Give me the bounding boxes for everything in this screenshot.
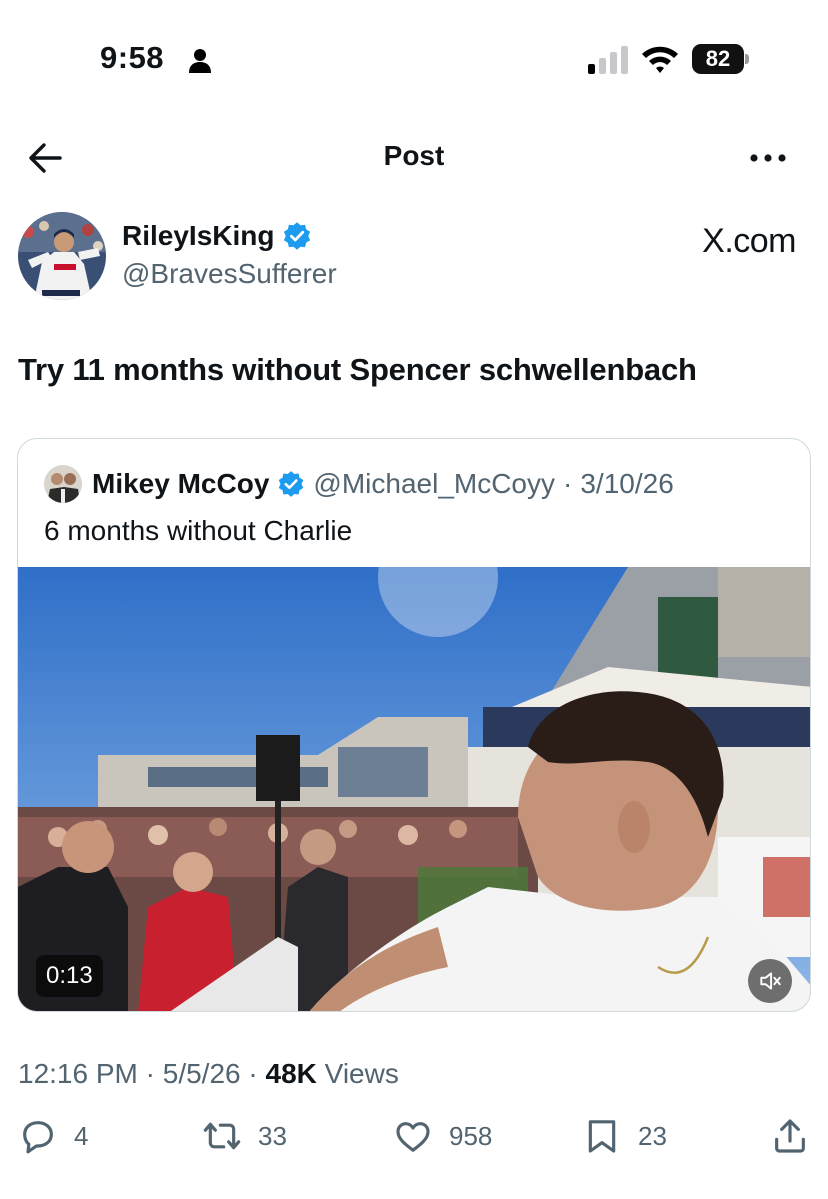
wifi-icon [642, 46, 678, 73]
action-bar: 4 33 958 23 [0, 1116, 828, 1166]
post-meta: 12:16 PM · 5/5/26 · 48K Views [18, 1058, 399, 1090]
quote-author-handle: @Michael_McCoyy [313, 468, 556, 499]
person-icon [189, 49, 211, 73]
video-duration: 0:13 [36, 955, 103, 997]
post-time: 12:16 PM [18, 1058, 138, 1089]
battery-level: 82 [692, 44, 744, 74]
bookmark-count: 23 [638, 1120, 667, 1151]
watermark: X.com [702, 222, 796, 260]
more-icon[interactable] [748, 148, 788, 168]
bookmark-icon [588, 1120, 616, 1153]
repost-count: 33 [258, 1120, 287, 1151]
post-text: Try 11 months without Spencer schwellenb… [18, 352, 697, 387]
reply-icon [23, 1121, 53, 1154]
video-player[interactable]: 0:13 [18, 567, 810, 1011]
status-bar: 9:58 82 [0, 0, 828, 110]
repost-icon [203, 1122, 241, 1150]
repost-button[interactable]: 33 [202, 1116, 287, 1156]
quote-author-name: Mikey McCoy [92, 468, 270, 499]
quote-avatar [44, 465, 82, 503]
views-count: 48K [265, 1058, 317, 1089]
signal-icon [588, 46, 628, 74]
views-label: Views [324, 1058, 399, 1089]
verified-badge-icon [284, 222, 311, 250]
share-icon [775, 1119, 805, 1153]
like-icon [396, 1122, 430, 1152]
avatar[interactable] [18, 212, 106, 300]
author-name-row[interactable]: RileyIsKing [122, 220, 312, 252]
post-date: 5/5/26 [162, 1058, 241, 1089]
verified-badge-icon [279, 471, 304, 497]
share-button[interactable] [770, 1116, 810, 1156]
battery-indicator: 82 [692, 44, 750, 74]
quote-header: Mikey McCoy @Michael_McCoyy · 3/10/26 [44, 465, 674, 503]
mute-button[interactable] [748, 959, 792, 1003]
quote-date: 3/10/26 [580, 468, 674, 499]
video-frame [18, 567, 810, 1011]
status-time: 9:58 [100, 40, 165, 75]
quoted-post[interactable]: Mikey McCoy @Michael_McCoyy · 3/10/26 6 … [17, 438, 811, 1012]
like-count: 958 [449, 1120, 493, 1151]
reply-button[interactable]: 4 [18, 1116, 88, 1156]
bookmark-button[interactable]: 23 [582, 1116, 667, 1156]
separator: · [563, 468, 573, 499]
author-handle[interactable]: @BravesSufferer [122, 258, 337, 290]
author-name[interactable]: RileyIsKing [122, 220, 274, 252]
page-title: Post [383, 140, 445, 171]
reply-count: 4 [74, 1120, 89, 1151]
separator: · [145, 1058, 155, 1089]
speaker-icon [760, 972, 781, 990]
quote-text: 6 months without Charlie [44, 515, 353, 546]
like-button[interactable]: 958 [393, 1116, 492, 1156]
separator: · [248, 1058, 258, 1089]
